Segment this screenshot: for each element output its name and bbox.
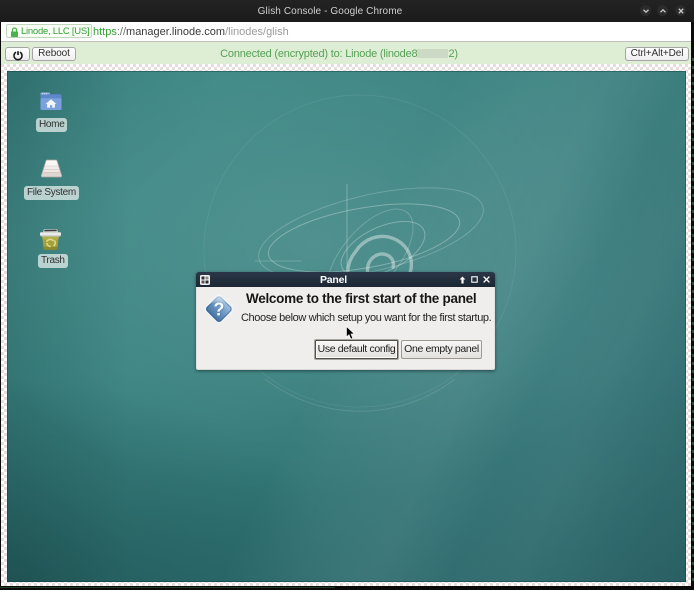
svg-text:?: ? — [214, 300, 225, 320]
